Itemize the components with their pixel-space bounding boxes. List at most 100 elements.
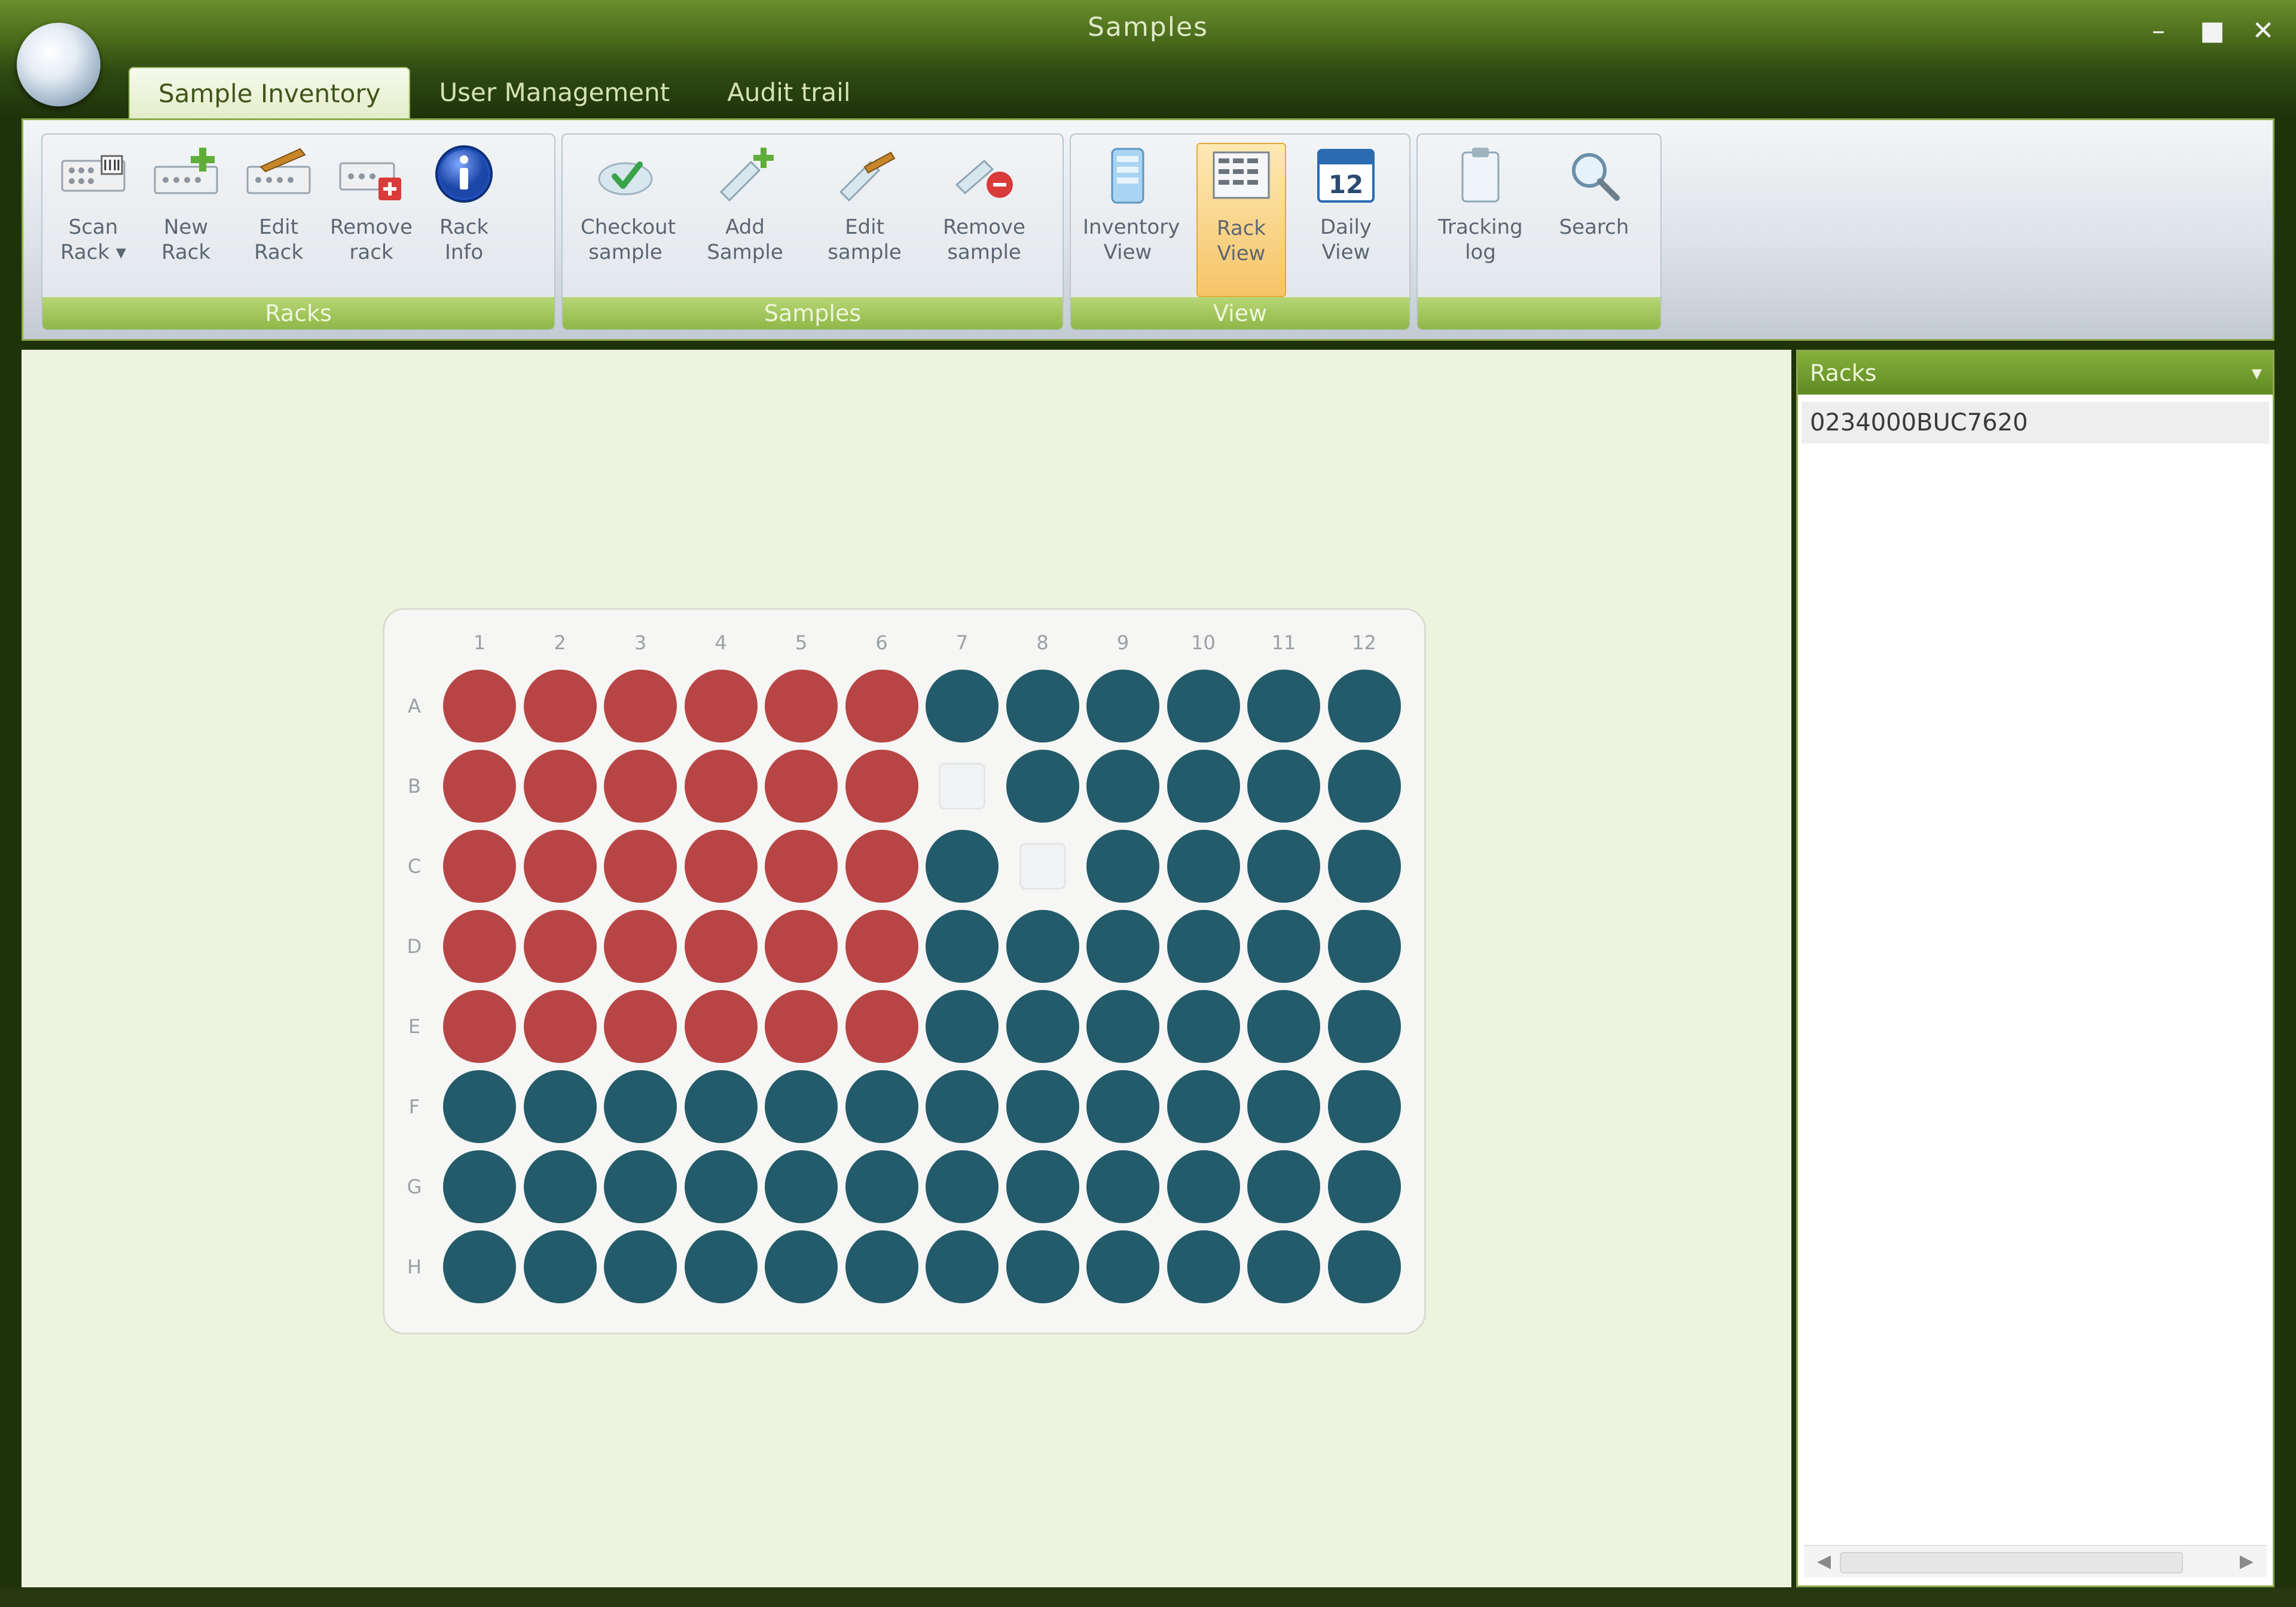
edit-sample-button[interactable]: Edit sample: [820, 143, 909, 297]
empty-well[interactable]: [1006, 830, 1079, 903]
sample-well[interactable]: [1327, 1150, 1401, 1223]
sample-well[interactable]: [1247, 990, 1320, 1063]
sample-well[interactable]: [1327, 830, 1401, 903]
sample-well[interactable]: [1327, 1070, 1401, 1143]
sample-well[interactable]: [1247, 910, 1320, 983]
sample-well[interactable]: [1086, 1150, 1159, 1223]
sample-well[interactable]: [684, 670, 758, 743]
sample-well[interactable]: [1006, 1150, 1079, 1223]
sample-well[interactable]: [1327, 670, 1401, 743]
sample-well[interactable]: [604, 990, 677, 1063]
maximize-button[interactable]: ■: [2194, 13, 2230, 49]
sample-well[interactable]: [1327, 750, 1401, 823]
sample-well[interactable]: [604, 830, 677, 903]
sample-well[interactable]: [443, 1070, 516, 1143]
scrollbar-thumb[interactable]: [1840, 1552, 2183, 1574]
rack-list-item[interactable]: 0234000BUC7620: [1802, 402, 2269, 444]
new-rack-button[interactable]: New Rack: [141, 143, 231, 297]
sample-well[interactable]: [684, 750, 758, 823]
sample-well[interactable]: [1006, 1230, 1079, 1303]
sample-well[interactable]: [1247, 1070, 1320, 1143]
sample-well[interactable]: [443, 750, 516, 823]
sample-well[interactable]: [1167, 1150, 1240, 1223]
sample-well[interactable]: [1006, 750, 1079, 823]
sample-well[interactable]: [926, 1070, 999, 1143]
sample-well[interactable]: [1006, 910, 1079, 983]
sample-well[interactable]: [684, 830, 758, 903]
sample-well[interactable]: [765, 1070, 838, 1143]
sample-well[interactable]: [926, 910, 999, 983]
sample-well[interactable]: [765, 1230, 838, 1303]
tab-sample-inventory[interactable]: Sample Inventory: [129, 67, 411, 120]
sample-well[interactable]: [1327, 910, 1401, 983]
sample-well[interactable]: [1247, 670, 1320, 743]
sample-well[interactable]: [926, 990, 999, 1063]
sample-well[interactable]: [1247, 1150, 1320, 1223]
sample-well[interactable]: [845, 910, 918, 983]
remove-sample-button[interactable]: Remove sample: [939, 143, 1029, 297]
sample-well[interactable]: [443, 990, 516, 1063]
empty-well[interactable]: [926, 750, 999, 823]
sample-well[interactable]: [523, 830, 597, 903]
sample-well[interactable]: [845, 670, 918, 743]
sample-well[interactable]: [845, 990, 918, 1063]
sample-well[interactable]: [684, 1230, 758, 1303]
sample-well[interactable]: [1327, 1230, 1401, 1303]
sample-well[interactable]: [443, 1150, 516, 1223]
sample-well[interactable]: [684, 990, 758, 1063]
sample-well[interactable]: [443, 830, 516, 903]
minimize-button[interactable]: –: [2141, 13, 2176, 49]
rack-view-button[interactable]: Rack View: [1196, 143, 1286, 297]
tab-user-management[interactable]: User Management: [410, 67, 698, 118]
sample-well[interactable]: [1167, 1230, 1240, 1303]
sample-well[interactable]: [765, 670, 838, 743]
sample-well[interactable]: [604, 670, 677, 743]
sample-well[interactable]: [926, 830, 999, 903]
sample-well[interactable]: [1247, 1230, 1320, 1303]
sample-well[interactable]: [523, 1150, 597, 1223]
sample-well[interactable]: [443, 670, 516, 743]
sample-well[interactable]: [604, 750, 677, 823]
sample-well[interactable]: [926, 1150, 999, 1223]
sample-well[interactable]: [443, 1230, 516, 1303]
sample-well[interactable]: [1247, 830, 1320, 903]
sample-well[interactable]: [1006, 1070, 1079, 1143]
sample-well[interactable]: [1006, 670, 1079, 743]
scroll-left-arrow-icon[interactable]: ◀: [1817, 1546, 1831, 1577]
search-button[interactable]: Search: [1549, 143, 1639, 297]
sample-well[interactable]: [523, 990, 597, 1063]
sample-well[interactable]: [604, 1150, 677, 1223]
scan-rack-button[interactable]: Scan Rack ▾: [48, 143, 138, 297]
horizontal-scrollbar[interactable]: ◀ ▶: [1804, 1545, 2267, 1577]
edit-rack-button[interactable]: Edit Rack: [234, 143, 323, 297]
sample-well[interactable]: [1167, 750, 1240, 823]
add-sample-button[interactable]: Add Sample: [700, 143, 790, 297]
sample-well[interactable]: [1167, 830, 1240, 903]
sample-well[interactable]: [1086, 990, 1159, 1063]
sample-well[interactable]: [684, 1150, 758, 1223]
scroll-right-arrow-icon[interactable]: ▶: [2240, 1546, 2254, 1577]
checkout-sample-button[interactable]: Checkout sample: [581, 143, 676, 297]
sample-well[interactable]: [1086, 830, 1159, 903]
sample-well[interactable]: [1086, 910, 1159, 983]
sample-well[interactable]: [845, 750, 918, 823]
inventory-view-button[interactable]: Inventory View: [1083, 143, 1180, 297]
sample-well[interactable]: [1167, 990, 1240, 1063]
sample-well[interactable]: [604, 1070, 677, 1143]
sample-well[interactable]: [926, 1230, 999, 1303]
panel-pin-icon[interactable]: ▾: [2252, 352, 2262, 395]
sample-well[interactable]: [765, 990, 838, 1063]
sample-well[interactable]: [845, 1150, 918, 1223]
sample-well[interactable]: [845, 1070, 918, 1143]
close-button[interactable]: ✕: [2245, 13, 2281, 49]
sample-well[interactable]: [523, 670, 597, 743]
sample-well[interactable]: [604, 1230, 677, 1303]
sample-well[interactable]: [1086, 670, 1159, 743]
sample-well[interactable]: [1167, 1070, 1240, 1143]
sample-well[interactable]: [523, 1230, 597, 1303]
sample-well[interactable]: [926, 670, 999, 743]
sample-well[interactable]: [765, 830, 838, 903]
sample-well[interactable]: [523, 750, 597, 823]
tracking-log-button[interactable]: Tracking log: [1436, 143, 1525, 297]
sample-well[interactable]: [765, 750, 838, 823]
